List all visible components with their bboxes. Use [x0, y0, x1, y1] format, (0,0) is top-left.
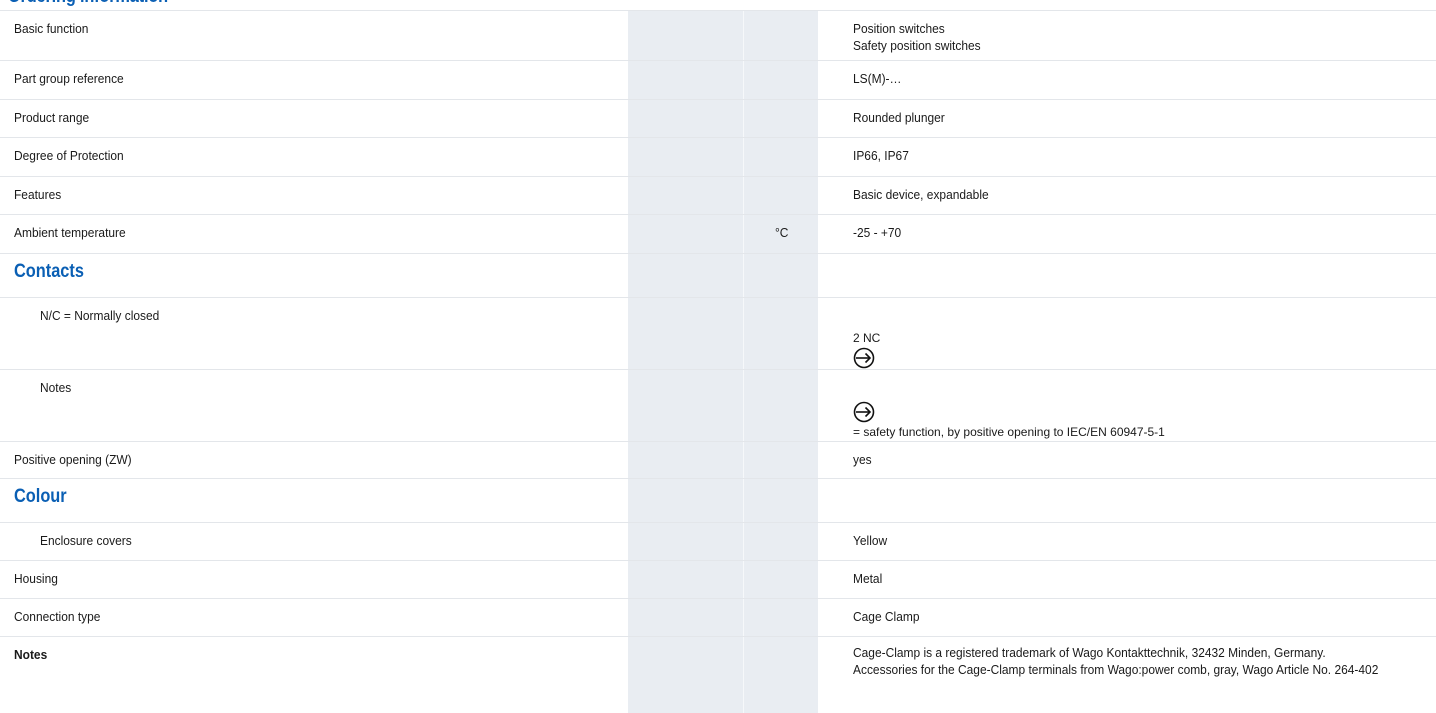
table-row: Notes = safety function, by positive ope…: [0, 369, 1436, 442]
row-label: Notes: [14, 647, 48, 662]
table-row: Ambient temperature °C -25 - +70: [0, 214, 1436, 254]
row-value: yes: [853, 452, 872, 467]
row-label: Notes: [40, 380, 72, 395]
row-value: Basic device, expandable: [853, 187, 989, 202]
section-row-contacts: Contacts: [0, 253, 1436, 298]
section-heading-colour: Colour: [14, 486, 67, 507]
row-value: Rounded plunger: [853, 110, 945, 125]
row-label: Connection type: [14, 609, 101, 624]
table-row: Degree of Protection IP66, IP67: [0, 137, 1436, 177]
row-value: Position switches Safety position switch…: [853, 21, 981, 53]
section-heading-partial: Ordering information: [8, 0, 168, 8]
row-value: = safety function, by positive opening t…: [853, 425, 1165, 439]
positive-opening-safety-icon: [853, 347, 875, 369]
spec-page: Ordering information Basic function Posi…: [0, 0, 1436, 713]
row-label: N/C = Normally closed: [40, 308, 160, 323]
table-row: Notes Cage-Clamp is a registered tradema…: [0, 636, 1436, 713]
row-label: Housing: [14, 571, 58, 586]
row-label: Enclosure covers: [40, 533, 132, 548]
table-row: Product range Rounded plunger: [0, 99, 1436, 138]
row-label: Ambient temperature: [14, 225, 126, 240]
row-label: Part group reference: [14, 71, 124, 86]
section-heading-contacts: Contacts: [14, 261, 84, 282]
row-value: 2 NC: [853, 331, 881, 345]
row-value: IP66, IP67: [853, 148, 909, 163]
row-value: -25 - +70: [853, 225, 902, 240]
table-row: Part group reference LS(M)-…: [0, 60, 1436, 100]
table-row: Features Basic device, expandable: [0, 176, 1436, 215]
row-value: Cage Clamp: [853, 609, 920, 624]
table-row: Housing Metal: [0, 560, 1436, 599]
table-row: Positive opening (ZW) yes: [0, 441, 1436, 479]
table-row: N/C = Normally closed 2 NC: [0, 297, 1436, 370]
section-row-colour: Colour: [0, 478, 1436, 523]
table-row: Enclosure covers Yellow: [0, 522, 1436, 561]
row-label: Product range: [14, 110, 90, 125]
row-label: Basic function: [14, 21, 89, 36]
row-unit: °C: [775, 225, 789, 240]
row-value: Metal: [853, 571, 883, 586]
row-label: Positive opening (ZW): [14, 452, 132, 467]
row-label: Degree of Protection: [14, 148, 124, 163]
positive-opening-safety-icon: [853, 401, 875, 423]
row-value: Cage-Clamp is a registered trademark of …: [853, 645, 1379, 677]
row-value: LS(M)-…: [853, 71, 902, 86]
spec-table: Basic function Position switches Safety …: [0, 10, 1436, 713]
row-value: Yellow: [853, 533, 888, 548]
table-row: Basic function Position switches Safety …: [0, 10, 1436, 61]
row-label: Features: [14, 187, 62, 202]
table-row: Connection type Cage Clamp: [0, 598, 1436, 637]
